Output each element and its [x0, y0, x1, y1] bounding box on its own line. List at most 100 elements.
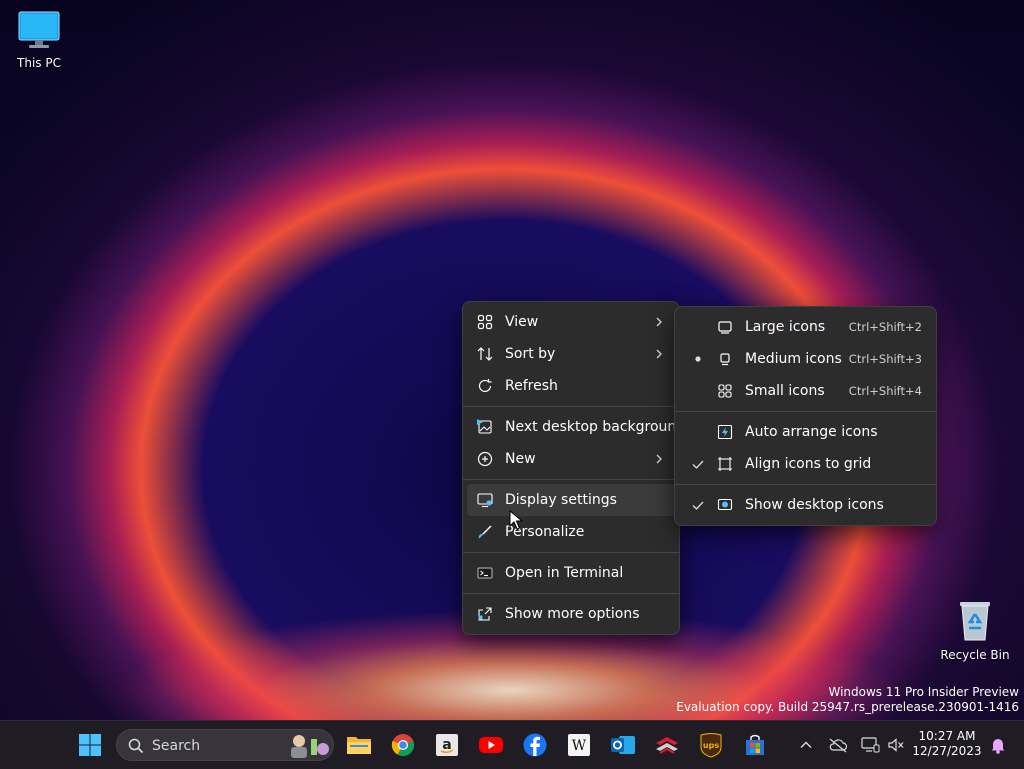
menu-item-open-in-terminal[interactable]: Open in Terminal	[467, 557, 675, 589]
submenu-item-align-icons-to-grid[interactable]: Align icons to grid	[679, 448, 932, 480]
submenu-item-medium-icons[interactable]: Medium icons Ctrl+Shift+3	[679, 343, 932, 375]
chrome-icon	[391, 734, 415, 757]
taskbar-app-youtube[interactable]	[475, 729, 507, 761]
menu-item-display-settings[interactable]: Display settings	[467, 484, 675, 516]
submenu-item-label: Medium icons	[745, 351, 842, 367]
display-icon	[477, 493, 493, 508]
menu-item-label: View	[505, 314, 539, 330]
clock-time: 10:27 AM	[918, 729, 976, 743]
desktop-icon-label: Recycle Bin	[940, 648, 1010, 662]
show-hidden-icons-button[interactable]	[790, 729, 822, 761]
submenu-item-large-icons[interactable]: Large icons Ctrl+Shift+2	[679, 311, 932, 343]
menu-item-next-desktop-background[interactable]: Next desktop background	[467, 411, 685, 443]
menu-item-label: Sort by	[505, 346, 556, 362]
windows-logo-icon	[79, 734, 101, 756]
search-icon	[128, 738, 144, 754]
taskbar-clock[interactable]: 10:27 AM 12/27/2023	[912, 729, 982, 759]
menu-item-label: Next desktop background	[505, 419, 686, 435]
mouse-cursor-icon	[509, 510, 523, 530]
svg-text:ups: ups	[703, 741, 719, 750]
menu-item-label: Refresh	[505, 378, 558, 394]
align-grid-icon	[718, 457, 732, 471]
file-explorer-icon	[347, 737, 371, 754]
microsoft-store-icon	[746, 734, 764, 755]
bell-icon	[991, 739, 1005, 754]
clock-date: 12/27/2023	[912, 744, 982, 758]
menu-separator	[463, 406, 679, 407]
svg-text:W: W	[572, 738, 587, 754]
desktop-icon-this-pc[interactable]: This PC	[4, 10, 74, 70]
menu-item-label: Display settings	[505, 492, 617, 508]
menu-separator	[675, 484, 936, 485]
chevron-right-icon	[656, 317, 662, 327]
taskbar-app-file-explorer[interactable]	[343, 729, 375, 761]
submenu-item-label: Small icons	[745, 383, 825, 399]
small-icons-icon	[718, 384, 732, 398]
cloud-offline-icon	[829, 738, 848, 753]
taskbar-app-microsoft-store[interactable]	[739, 729, 771, 761]
search-label: Search	[152, 738, 201, 754]
menu-item-show-more-options[interactable]: Show more options	[467, 598, 675, 630]
sort-icon	[477, 347, 493, 361]
taskbar-app-bank-of-america[interactable]	[651, 729, 683, 761]
submenu-item-label: Large icons	[745, 319, 826, 335]
start-button[interactable]	[74, 729, 106, 761]
taskbar-app-facebook[interactable]	[519, 729, 551, 761]
taskbar-app-chrome[interactable]	[387, 729, 419, 761]
submenu-item-auto-arrange-icons[interactable]: Auto arrange icons	[679, 416, 932, 448]
terminal-icon	[477, 567, 493, 579]
show-desktop-icon	[717, 498, 733, 511]
auto-arrange-icon	[717, 424, 733, 440]
grid-icon	[477, 314, 493, 330]
selected-dot-icon	[695, 356, 701, 362]
taskbar-app-amazon[interactable]: a	[431, 729, 463, 761]
evaluation-watermark: Windows 11 Pro Insider Preview Evaluatio…	[676, 685, 1019, 715]
wikipedia-icon: W	[568, 734, 590, 756]
taskbar: Search a W ups 10:27 AM 12/27/2023	[0, 720, 1024, 769]
search-highlight-icon	[291, 735, 329, 758]
large-icons-icon	[718, 321, 732, 334]
menu-separator	[463, 479, 679, 480]
submenu-item-label: Show desktop icons	[745, 497, 884, 513]
monitor-icon	[18, 11, 60, 48]
menu-item-sort-by[interactable]: Sort by	[467, 338, 675, 370]
menu-item-label: New	[505, 451, 536, 467]
brush-icon	[478, 525, 492, 539]
desktop-icon-label: This PC	[17, 56, 61, 70]
taskbar-app-wikipedia[interactable]: W	[563, 729, 595, 761]
menu-item-refresh[interactable]: Refresh	[467, 370, 675, 402]
submenu-item-label: Align icons to grid	[745, 456, 872, 472]
watermark-line-1: Windows 11 Pro Insider Preview	[828, 685, 1019, 699]
share-icon	[478, 607, 492, 621]
chevron-up-icon	[800, 741, 812, 748]
menu-separator	[675, 411, 936, 412]
ups-icon: ups	[700, 733, 722, 758]
menu-item-view[interactable]: View	[467, 306, 675, 338]
plus-circle-icon	[477, 451, 493, 467]
desktop-context-menu: View Sort by Refresh Next desktop backgr…	[462, 301, 685, 635]
shortcut-label: Ctrl+Shift+2	[848, 320, 922, 334]
checkmark-icon	[692, 460, 704, 469]
taskbar-app-ups[interactable]: ups	[695, 729, 727, 761]
menu-item-new[interactable]: New	[467, 443, 675, 475]
youtube-icon	[479, 737, 503, 753]
menu-item-personalize[interactable]: Personalize	[467, 516, 675, 548]
chevron-right-icon	[656, 454, 662, 464]
view-submenu: Large icons Ctrl+Shift+2 Medium icons Ct…	[674, 306, 937, 526]
watermark-line-2: Evaluation copy. Build 25947.rs_prerelea…	[676, 700, 1019, 714]
submenu-item-small-icons[interactable]: Small icons Ctrl+Shift+4	[679, 375, 932, 407]
amazon-icon: a	[436, 734, 458, 756]
outlook-icon	[611, 736, 635, 754]
submenu-item-label: Auto arrange icons	[745, 424, 878, 440]
menu-separator	[463, 552, 679, 553]
volume-muted-icon	[888, 738, 904, 752]
notifications-button[interactable]	[982, 729, 1014, 761]
submenu-item-show-desktop-icons[interactable]: Show desktop icons	[679, 489, 932, 521]
tray-onedrive-button[interactable]	[822, 729, 854, 761]
taskbar-app-outlook[interactable]	[607, 729, 639, 761]
next-background-icon	[477, 419, 492, 434]
desktop-icon-recycle-bin[interactable]: Recycle Bin	[940, 598, 1010, 662]
taskbar-search-box[interactable]: Search	[116, 729, 334, 761]
shortcut-label: Ctrl+Shift+4	[848, 384, 922, 398]
tray-volume-button[interactable]	[880, 729, 912, 761]
